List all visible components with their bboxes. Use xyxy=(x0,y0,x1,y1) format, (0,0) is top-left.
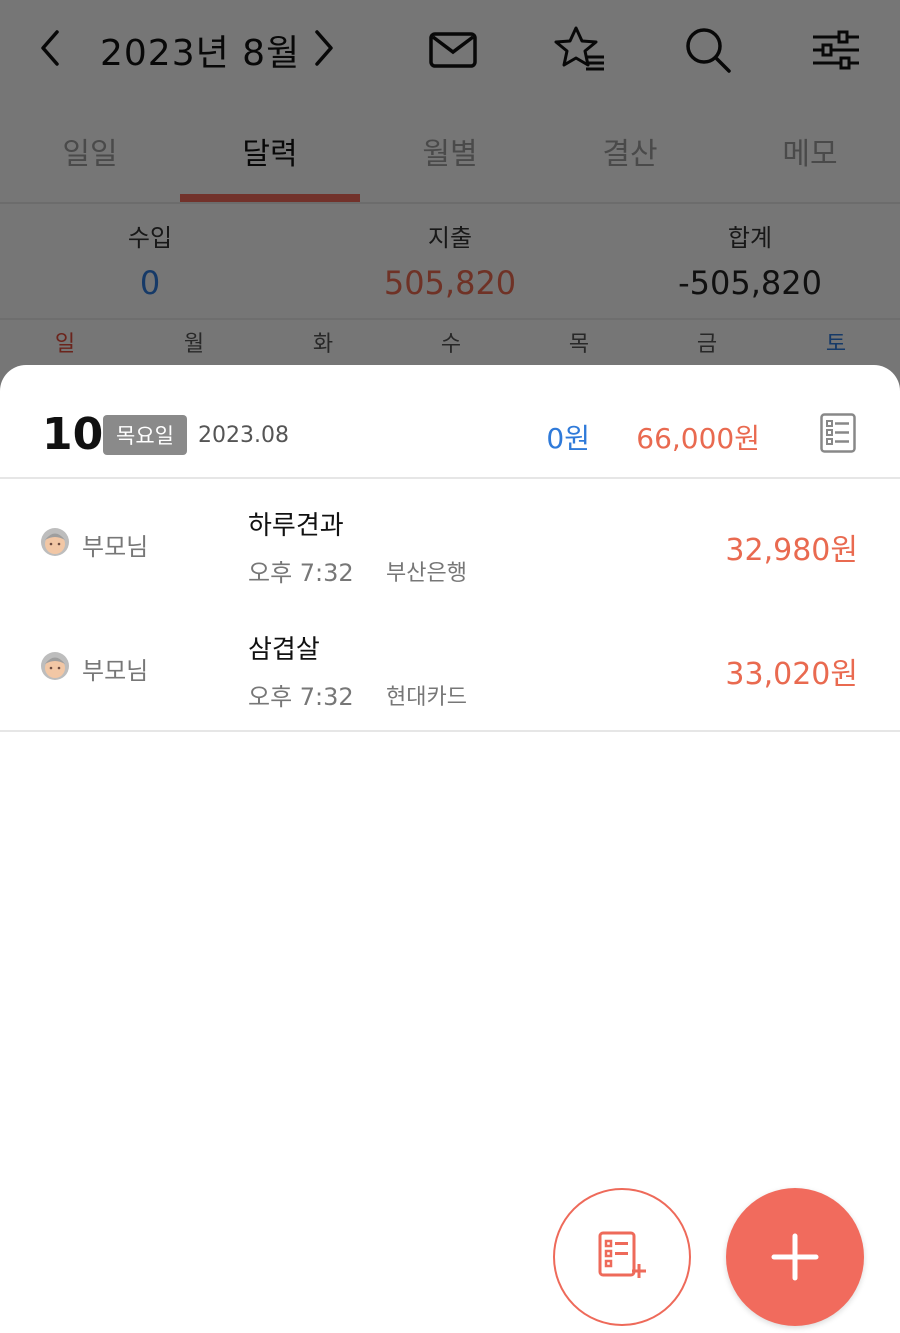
member-label: 부모님 xyxy=(82,657,149,685)
expense-total: 505,820 xyxy=(383,264,517,302)
transaction-account: 부산은행 xyxy=(386,561,467,586)
transaction-account: 현대카드 xyxy=(386,685,467,710)
day-header: 10 목요일 2023.08 0원 66,000원 xyxy=(0,365,900,479)
weekday-sun: 일 xyxy=(54,332,76,357)
transaction-amount: 32,980원 xyxy=(725,533,858,568)
day-year-month: 2023.08 xyxy=(198,423,289,448)
total-label: 합계 xyxy=(727,224,773,252)
chevron-left-icon xyxy=(41,30,59,66)
expense-label: 지출 xyxy=(427,224,473,252)
day-income: 0원 xyxy=(546,422,590,455)
day-number: 10 xyxy=(42,409,104,460)
month-title[interactable]: 2023년 8월 xyxy=(100,24,300,76)
list-divider xyxy=(0,730,900,732)
weekday-fri: 금 xyxy=(696,332,718,357)
prev-month-button[interactable] xyxy=(30,22,70,74)
add-bulk-button[interactable] xyxy=(553,1188,691,1326)
list-icon xyxy=(820,413,856,453)
income-label: 수입 xyxy=(127,224,173,252)
bookmark-button[interactable] xyxy=(552,22,608,78)
mail-button[interactable] xyxy=(425,22,481,78)
next-month-button[interactable] xyxy=(304,22,344,74)
tab-daily[interactable]: 일일 xyxy=(0,100,180,202)
day-detail-sheet: 10 목요일 2023.08 0원 66,000원 부모님 하루견과 오후 7:… xyxy=(0,365,900,1333)
weekday-badge: 목요일 xyxy=(103,415,187,455)
transaction-time: 오후 7:32 xyxy=(248,559,354,587)
app-bar: 2023년 8월 xyxy=(0,0,900,100)
list-add-icon xyxy=(598,1231,646,1278)
search-button[interactable] xyxy=(680,22,736,78)
transaction-row[interactable]: 부모님 하루견과 오후 7:32 부산은행 32,980원 xyxy=(0,481,900,605)
net-total: -505,820 xyxy=(678,264,822,302)
settings-sliders-icon xyxy=(813,30,859,70)
weekday-sat: 토 xyxy=(825,332,847,357)
add-transaction-button[interactable] xyxy=(726,1188,864,1326)
mail-icon xyxy=(429,32,477,68)
day-expense: 66,000원 xyxy=(636,422,760,455)
tab-monthly[interactable]: 월별 xyxy=(360,100,540,202)
transaction-amount: 33,020원 xyxy=(725,657,858,692)
tab-calendar[interactable]: 달력 xyxy=(180,100,360,202)
chevron-right-icon xyxy=(315,30,333,66)
view-tabs: 일일 달력 월별 결산 메모 xyxy=(0,100,900,204)
month-summary: 수입 0 지출 505,820 합계 -505,820 xyxy=(0,204,900,320)
calendar-background: 2023년 8월 일일 달력 월별 결산 메모 수입 0 지출 505,820 … xyxy=(0,0,900,400)
weekday-wed: 수 xyxy=(440,332,462,357)
day-list-button[interactable] xyxy=(816,411,860,455)
weekday-thu: 목 xyxy=(568,332,590,357)
weekday-mon: 월 xyxy=(183,332,205,357)
tab-memo[interactable]: 메모 xyxy=(720,100,900,202)
active-tab-indicator xyxy=(180,194,360,202)
weekday-header: 일 월 화 수 목 금 토 xyxy=(0,322,900,364)
transaction-row[interactable]: 부모님 삼겹살 오후 7:32 현대카드 33,020원 xyxy=(0,605,900,729)
tab-summary[interactable]: 결산 xyxy=(540,100,720,202)
star-list-icon xyxy=(554,26,604,71)
member-label: 부모님 xyxy=(82,533,149,561)
grandma-avatar-icon xyxy=(41,652,69,680)
grandma-avatar-icon xyxy=(41,528,69,556)
weekday-tue: 화 xyxy=(312,332,334,357)
search-icon xyxy=(686,28,731,73)
settings-button[interactable] xyxy=(808,22,864,78)
transaction-title: 하루견과 xyxy=(248,511,344,541)
transaction-time: 오후 7:32 xyxy=(248,683,354,711)
plus-icon xyxy=(771,1233,819,1281)
income-total: 0 xyxy=(139,264,161,302)
transaction-title: 삼겹살 xyxy=(248,635,320,665)
